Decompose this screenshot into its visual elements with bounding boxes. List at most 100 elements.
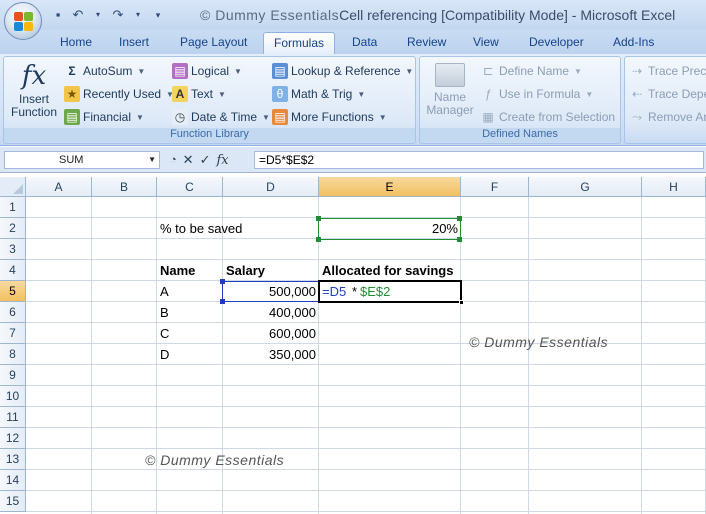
formula-bar: SUM ▼ ◔ ✕ ✓ fx =D5*$E$2: [0, 147, 706, 173]
formula-input[interactable]: =D5*$E$2: [254, 151, 704, 169]
reference-highlight-e2: [318, 218, 461, 240]
tab-developer[interactable]: Developer: [529, 35, 584, 49]
date-time-button[interactable]: ◷ Date & Time ▼: [172, 109, 270, 125]
use-in-formula-button[interactable]: ƒ Use in Formula ▼: [480, 86, 594, 102]
trace-dependents-icon: ⇠: [631, 87, 643, 101]
row-header-9[interactable]: 9: [0, 365, 26, 386]
column-header-f[interactable]: F: [461, 177, 529, 197]
row-header-1[interactable]: 1: [0, 197, 26, 218]
ribbon-tabs: Home Insert Page Layout Formulas Data Re…: [0, 30, 706, 55]
column-header-c[interactable]: C: [157, 177, 223, 197]
name-manager-button[interactable]: Name Manager: [424, 63, 476, 117]
tab-add-ins[interactable]: Add-Ins: [613, 35, 654, 49]
tab-insert[interactable]: Insert: [119, 35, 149, 49]
gridline: [26, 322, 706, 323]
tab-formulas[interactable]: Formulas: [263, 32, 336, 55]
more-functions-label: More Functions: [291, 110, 374, 124]
cell-c2[interactable]: % to be saved: [157, 219, 245, 239]
undo-icon[interactable]: ↶: [70, 7, 86, 23]
row-header-11[interactable]: 11: [0, 407, 26, 428]
cell-c7[interactable]: C: [157, 324, 172, 344]
theta-icon: θ: [272, 86, 288, 102]
dropdown-arrow-icon[interactable]: ▾: [130, 7, 146, 23]
text-button[interactable]: A Text ▼: [172, 86, 226, 102]
tab-page-layout[interactable]: Page Layout: [180, 35, 247, 49]
column-header-a[interactable]: A: [26, 177, 92, 197]
dropdown-arrow-icon[interactable]: ▾: [90, 7, 106, 23]
remove-arrows-button[interactable]: ⤳ Remove Ar: [629, 109, 706, 125]
row-header-13[interactable]: 13: [0, 449, 26, 470]
define-name-button[interactable]: ⊏ Define Name ▼: [480, 63, 582, 79]
cell-c5[interactable]: A: [157, 282, 172, 302]
highlight-handle: [457, 237, 462, 242]
active-cell-e5[interactable]: =D5 * $E$2: [318, 280, 464, 305]
math-trig-button[interactable]: θ Math & Trig ▼: [272, 86, 365, 102]
chevron-down-icon[interactable]: ▼: [148, 152, 156, 168]
worksheet-grid[interactable]: A B C D E F G H 1 2 3 4 5 6 7 8 9 10 11 …: [0, 177, 706, 514]
cell-c6[interactable]: B: [157, 303, 172, 323]
trace-dependents-label: Trace Depe: [648, 87, 706, 101]
lookup-reference-button[interactable]: ▤ Lookup & Reference ▼: [272, 63, 413, 79]
row-header-4[interactable]: 4: [0, 260, 26, 281]
tab-review[interactable]: Review: [407, 35, 446, 49]
tab-data[interactable]: Data: [352, 35, 377, 49]
highlight-handle: [457, 216, 462, 221]
dropdown-arrow-icon: ▼: [218, 89, 226, 99]
logical-label: Logical: [191, 64, 230, 78]
redo-icon[interactable]: ↷: [110, 7, 126, 23]
row-header-7[interactable]: 7: [0, 323, 26, 344]
cell-d4[interactable]: Salary: [223, 261, 268, 281]
cell-d6[interactable]: 400,000: [223, 303, 319, 323]
create-from-selection-button[interactable]: ▦ Create from Selection: [480, 109, 615, 125]
lookup-reference-label: Lookup & Reference: [291, 64, 401, 78]
autosum-button[interactable]: Σ AutoSum ▼: [64, 63, 145, 79]
row-header-6[interactable]: 6: [0, 302, 26, 323]
logical-button[interactable]: ▤ Logical ▼: [172, 63, 242, 79]
trace-dependents-button[interactable]: ⇠ Trace Depe: [629, 86, 706, 102]
row-header-14[interactable]: 14: [0, 470, 26, 491]
gridline: [26, 427, 706, 428]
cell-e4[interactable]: Allocated for savings: [319, 261, 456, 281]
cell-d8[interactable]: 350,000: [223, 345, 319, 365]
cancel-icon[interactable]: ✕: [183, 152, 194, 168]
gridline: [91, 197, 92, 514]
row-header-12[interactable]: 12: [0, 428, 26, 449]
column-header-e[interactable]: E: [319, 177, 461, 197]
date-time-label: Date & Time: [191, 110, 258, 124]
recently-used-button[interactable]: ★ Recently Used ▼: [64, 86, 174, 102]
select-all-corner[interactable]: [0, 177, 26, 197]
row-header-3[interactable]: 3: [0, 239, 26, 260]
name-box[interactable]: SUM ▼: [4, 151, 160, 169]
cell-c8[interactable]: D: [157, 345, 172, 365]
use-in-formula-label: Use in Formula: [499, 87, 581, 101]
row-header-2[interactable]: 2: [0, 218, 26, 239]
row-header-5[interactable]: 5: [0, 281, 26, 302]
cell-d7[interactable]: 600,000: [223, 324, 319, 344]
save-icon[interactable]: ▪: [50, 7, 66, 23]
function-library-label: Function Library: [4, 128, 415, 142]
gridline: [26, 490, 706, 491]
tab-home[interactable]: Home: [60, 35, 92, 49]
row-header-10[interactable]: 10: [0, 386, 26, 407]
column-header-b[interactable]: B: [92, 177, 157, 197]
more-functions-button[interactable]: ▤ More Functions ▼: [272, 109, 387, 125]
financial-button[interactable]: ▤ Financial ▼: [64, 109, 144, 125]
dropdown-arrow-icon: ▼: [585, 89, 594, 99]
office-button[interactable]: [4, 2, 42, 40]
fill-handle[interactable]: [459, 300, 464, 305]
insert-function-button[interactable]: fx Insert Function: [8, 61, 60, 119]
book-icon: ▤: [272, 109, 288, 125]
customize-qat-icon[interactable]: ▾: [150, 7, 166, 23]
column-header-d[interactable]: D: [223, 177, 319, 197]
insert-function-icon[interactable]: fx: [216, 153, 228, 168]
column-header-h[interactable]: H: [642, 177, 706, 197]
row-header-8[interactable]: 8: [0, 344, 26, 365]
enter-icon[interactable]: ✓: [200, 152, 211, 168]
row-header-15[interactable]: 15: [0, 491, 26, 512]
column-header-g[interactable]: G: [529, 177, 642, 197]
sigma-icon: Σ: [68, 64, 76, 78]
trace-precedents-button[interactable]: ⇢ Trace Prece: [629, 63, 706, 79]
cell-c4[interactable]: Name: [157, 261, 198, 281]
highlight-handle: [316, 237, 321, 242]
tab-view[interactable]: View: [473, 35, 499, 49]
